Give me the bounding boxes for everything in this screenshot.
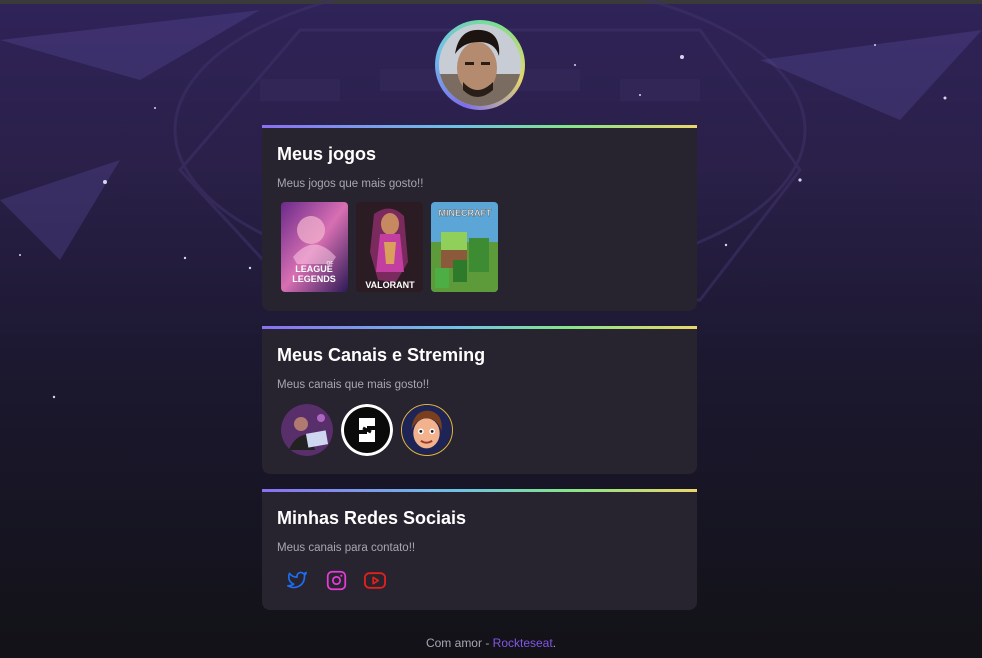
footer-rocketseat-link[interactable]: Rockteseat: [493, 636, 553, 650]
channels-list: [281, 404, 453, 456]
games-card: Meus jogos Meus jogos que mais gosto!! L…: [262, 125, 697, 311]
footer-text: Com amor -: [425, 636, 493, 650]
valorant-logo-text: VALORANT: [365, 280, 415, 290]
channel-avatar-cartoon-icon[interactable]: [401, 404, 453, 456]
socials-card: Minhas Redes Sociais Meus canais para co…: [262, 489, 697, 610]
profile-photo-icon: [439, 24, 521, 106]
instagram-icon[interactable]: [325, 569, 347, 591]
footer-suffix: .: [552, 636, 557, 650]
games-list: LEAGUE OF LEGENDS VALORANT MINECRAFT: [281, 202, 498, 292]
channels-card-subtitle: Meus canais que mais gosto!!: [277, 379, 430, 391]
socials-card-subtitle: Meus canais para contato!!: [277, 542, 416, 554]
channels-card: Meus Canais e Streming Meus canais que m…: [262, 326, 697, 474]
game-league-of-legends[interactable]: LEAGUE OF LEGENDS: [281, 202, 348, 292]
twitter-icon[interactable]: [286, 569, 308, 591]
channels-card-title: Meus Canais e Streming: [277, 345, 486, 365]
channel-avatar-logo-icon[interactable]: [341, 404, 393, 456]
socials-card-title: Minhas Redes Sociais: [277, 508, 467, 528]
youtube-icon[interactable]: [364, 569, 386, 591]
games-card-title: Meus jogos: [277, 144, 377, 164]
socials-list: [286, 569, 386, 591]
lol-logo-text-mid: OF: [327, 261, 334, 267]
channel-avatar-streamer-icon[interactable]: [281, 404, 333, 456]
game-minecraft[interactable]: MINECRAFT: [431, 202, 498, 292]
minecraft-logo-text: MINECRAFT: [439, 208, 492, 218]
game-valorant[interactable]: VALORANT: [356, 202, 423, 292]
profile-avatar: [435, 20, 525, 110]
footer: Com amor - Rockteseat.: [0, 636, 982, 650]
games-card-subtitle: Meus jogos que mais gosto!!: [277, 178, 424, 190]
lol-logo-text-2: LEGENDS: [292, 274, 336, 284]
